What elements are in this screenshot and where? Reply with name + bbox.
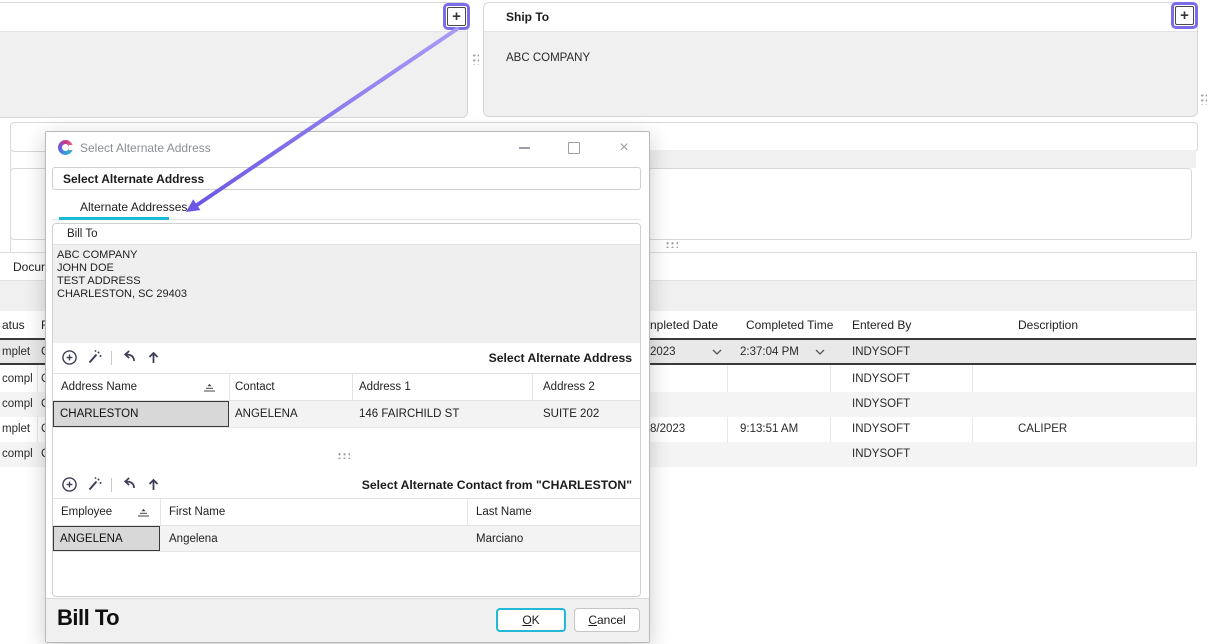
footer-bill-to-label: Bill To — [57, 605, 119, 631]
top-left-panel — [0, 2, 468, 118]
col-description[interactable]: Description — [1018, 318, 1078, 332]
sort-ascending-icon — [203, 383, 216, 393]
grid-splitter-handle[interactable] — [337, 452, 350, 459]
add-ship-to-highlight: + — [1171, 2, 1198, 29]
chevron-down-icon — [712, 349, 722, 355]
completed-time-editor: 2:37:04 PM — [740, 346, 799, 358]
bill-to-address-block: ABC COMPANY JOHN DOE TEST ADDRESS CHARLE… — [53, 245, 640, 343]
ship-to-panel: Ship To ABC COMPANY — [483, 2, 1198, 117]
address-line: CHARLESTON, SC 29403 — [57, 288, 640, 301]
app-canvas: + Ship To ABC COMPANY + Docur atus F npl… — [0, 0, 1209, 644]
cancel-button[interactable]: Cancel — [574, 608, 640, 632]
maximize-button[interactable] — [559, 136, 589, 160]
address-row[interactable]: CHARLESTON ANGELENA 146 FAIRCHILD ST SUI… — [53, 401, 640, 428]
address-line: JOHN DOE — [57, 262, 640, 275]
contact-toolbar: Select Alternate Contact from "CHARLESTO… — [53, 470, 640, 500]
col-first-name[interactable]: First Name — [169, 506, 225, 518]
col-contact[interactable]: Contact — [235, 381, 275, 393]
add-bill-to-address-button[interactable]: + — [447, 7, 466, 26]
address-toolbar: Select Alternate Address — [53, 343, 640, 373]
toolbar-divider — [111, 351, 112, 365]
move-up-icon[interactable] — [145, 476, 162, 493]
address-section-label: Select Alternate Address — [489, 351, 632, 365]
bill-to-header: Bill To — [53, 224, 640, 245]
address-line: ABC COMPANY — [57, 249, 640, 262]
contact-grid-header: Employee First Name Last Name — [53, 498, 640, 526]
move-up-icon[interactable] — [145, 349, 162, 366]
tab-documents-fragment[interactable]: Docur — [13, 260, 45, 274]
groupbox-title: Select Alternate Address — [63, 172, 204, 186]
select-alternate-address-dialog: Select Alternate Address × Select Altern… — [45, 131, 650, 643]
ship-to-company: ABC COMPANY — [506, 52, 590, 64]
horizontal-splitter-handle[interactable] — [665, 241, 678, 248]
col-status-fragment[interactable]: atus — [2, 318, 25, 332]
chevron-down-icon — [815, 349, 825, 355]
close-button[interactable]: × — [609, 136, 639, 160]
table-right-edge — [1196, 252, 1197, 466]
add-icon[interactable] — [61, 349, 78, 366]
selected-employee-cell[interactable]: ANGELENA — [53, 526, 160, 551]
dialog-content: Bill To ABC COMPANY JOHN DOE TEST ADDRES… — [52, 223, 641, 597]
app-logo-icon — [58, 140, 73, 155]
col-completed-date[interactable]: npleted Date — [650, 318, 718, 332]
col-last-name[interactable]: Last Name — [476, 506, 532, 518]
sort-ascending-icon — [137, 508, 150, 518]
completed-date-editor: 2023 — [650, 346, 676, 358]
tab-alternate-addresses[interactable]: Alternate Addresses — [80, 200, 187, 214]
undo-icon[interactable] — [120, 349, 137, 366]
contact-row[interactable]: ANGELENA Angelena Marciano — [53, 526, 640, 552]
right-splitter-handle[interactable] — [1200, 93, 1207, 105]
magic-pen-icon[interactable] — [86, 476, 103, 493]
toolbar-divider — [111, 478, 112, 492]
col-entered-by[interactable]: Entered By — [852, 318, 911, 332]
minimize-button[interactable] — [509, 136, 539, 160]
left-panel-edge — [10, 150, 11, 252]
dialog-title: Select Alternate Address — [80, 141, 211, 155]
dialog-groupbox: Select Alternate Address — [52, 167, 641, 190]
ok-button[interactable]: OK — [496, 608, 566, 632]
col-address-2[interactable]: Address 2 — [543, 381, 595, 393]
add-ship-to-address-button[interactable]: + — [1175, 6, 1194, 25]
col-employee[interactable]: Employee — [61, 506, 112, 518]
ship-to-panel-header: Ship To — [484, 3, 1197, 32]
col-address-1[interactable]: Address 1 — [359, 381, 411, 393]
dialog-tabs: Alternate Addresses — [52, 195, 641, 220]
selected-address-cell[interactable]: CHARLESTON — [53, 401, 229, 427]
contact-section-label: Select Alternate Contact from "CHARLESTO… — [362, 478, 632, 492]
add-icon[interactable] — [61, 476, 78, 493]
active-tab-indicator — [59, 217, 169, 220]
dialog-footer: Bill To OK Cancel — [46, 598, 649, 642]
undo-icon[interactable] — [120, 476, 137, 493]
address-line: TEST ADDRESS — [57, 275, 640, 288]
col-completed-time[interactable]: Completed Time — [746, 318, 833, 332]
top-left-panel-header — [0, 3, 467, 32]
ship-to-title: Ship To — [506, 10, 549, 24]
magic-pen-icon[interactable] — [86, 349, 103, 366]
add-bill-to-highlight: + — [443, 3, 470, 30]
col-address-name[interactable]: Address Name — [61, 381, 137, 393]
address-grid-header: Address Name Contact Address 1 Address 2 — [53, 373, 640, 401]
panel-splitter-handle[interactable] — [472, 53, 479, 65]
dialog-titlebar[interactable]: Select Alternate Address × — [46, 132, 649, 164]
